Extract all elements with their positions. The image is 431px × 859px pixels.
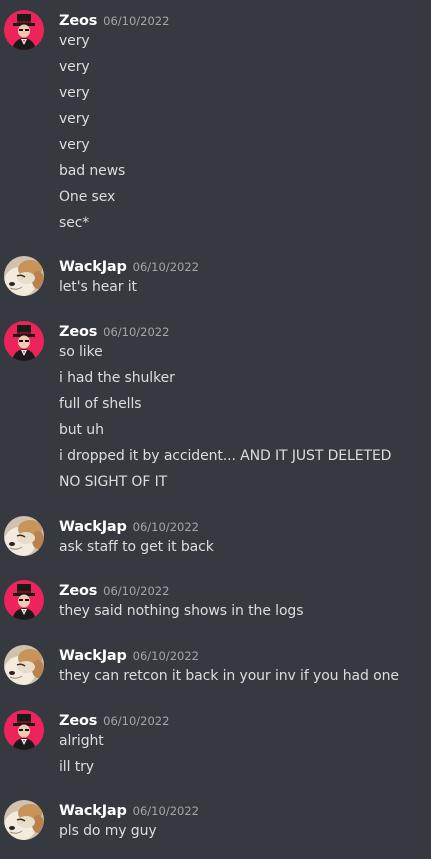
message-text: very [59, 85, 90, 101]
message-body: they said nothing shows in the logs [59, 598, 304, 624]
message-text: full of shells [59, 396, 142, 412]
message-body: they can retcon it back in your inv if y… [59, 663, 399, 689]
message-text: very [59, 137, 90, 153]
username[interactable]: Zeos [59, 324, 97, 340]
timestamp: 06/10/2022 [103, 14, 170, 28]
message-header: WackJap 06/10/2022 [59, 645, 199, 665]
message-body: let's hear it [59, 274, 137, 300]
timestamp: 06/10/2022 [103, 584, 170, 598]
timestamp: 06/10/2022 [103, 325, 170, 339]
message-text: let's hear it [59, 279, 137, 295]
timestamp: 06/10/2022 [132, 260, 199, 274]
timestamp: 06/10/2022 [132, 520, 199, 534]
message-text: so like [59, 344, 103, 360]
wackjap-avatar[interactable] [4, 645, 44, 685]
timestamp: 06/10/2022 [132, 649, 199, 663]
message-header: WackJap 06/10/2022 [59, 800, 199, 820]
message-body: ask staff to get it back [59, 534, 214, 560]
wackjap-avatar[interactable] [4, 516, 44, 556]
message-text: they said nothing shows in the logs [59, 603, 304, 619]
message-header: Zeos 06/10/2022 [59, 710, 169, 730]
message-text: pls do my guy [59, 823, 157, 839]
message-text: very [59, 59, 90, 75]
wackjap-avatar[interactable] [4, 800, 44, 840]
username[interactable]: Zeos [59, 713, 97, 729]
message-text: sec* [59, 215, 90, 231]
message-body: pls do my guy [59, 818, 157, 844]
message-header: WackJap 06/10/2022 [59, 516, 199, 536]
message-text: bad news [59, 163, 126, 179]
zeos-avatar[interactable] [4, 10, 44, 50]
chat-messages: Zeos 06/10/2022 very very very very very bad ne… [0, 0, 431, 859]
message-text: they can retcon it back in your inv if y… [59, 668, 399, 684]
zeos-avatar[interactable] [4, 710, 44, 750]
timestamp: 06/10/2022 [103, 714, 170, 728]
username[interactable]: Zeos [59, 583, 97, 599]
username[interactable]: Zeos [59, 13, 97, 29]
message-body: so like i had the shulker full of shells bu… [59, 339, 391, 495]
message-text: i dropped it by accident... AND IT JUST … [59, 448, 392, 464]
wackjap-avatar[interactable] [4, 256, 44, 296]
message-body: alright ill try [59, 728, 104, 780]
zeos-avatar[interactable] [4, 321, 44, 361]
message-header: Zeos 06/10/2022 [59, 580, 169, 600]
username[interactable]: WackJap [59, 259, 127, 275]
message-text: alright [59, 733, 104, 749]
message-header: WackJap 06/10/2022 [59, 256, 199, 276]
username[interactable]: WackJap [59, 803, 127, 819]
zeos-avatar[interactable] [4, 580, 44, 620]
message-text: ask staff to get it back [59, 539, 214, 555]
message-body: very very very very very bad news One sex sec* [59, 28, 125, 236]
message-header: Zeos 06/10/2022 [59, 10, 169, 30]
username[interactable]: WackJap [59, 648, 127, 664]
message-text: One sex [59, 189, 116, 205]
message-text: very [59, 111, 90, 127]
message-text: NO SIGHT OF IT [59, 474, 168, 490]
message-text: but uh [59, 422, 104, 438]
timestamp: 06/10/2022 [132, 804, 199, 818]
message-text: i had the shulker [59, 370, 175, 386]
message-text: ill try [59, 759, 94, 775]
message-header: Zeos 06/10/2022 [59, 321, 169, 341]
message-text: very [59, 33, 90, 49]
username[interactable]: WackJap [59, 519, 127, 535]
